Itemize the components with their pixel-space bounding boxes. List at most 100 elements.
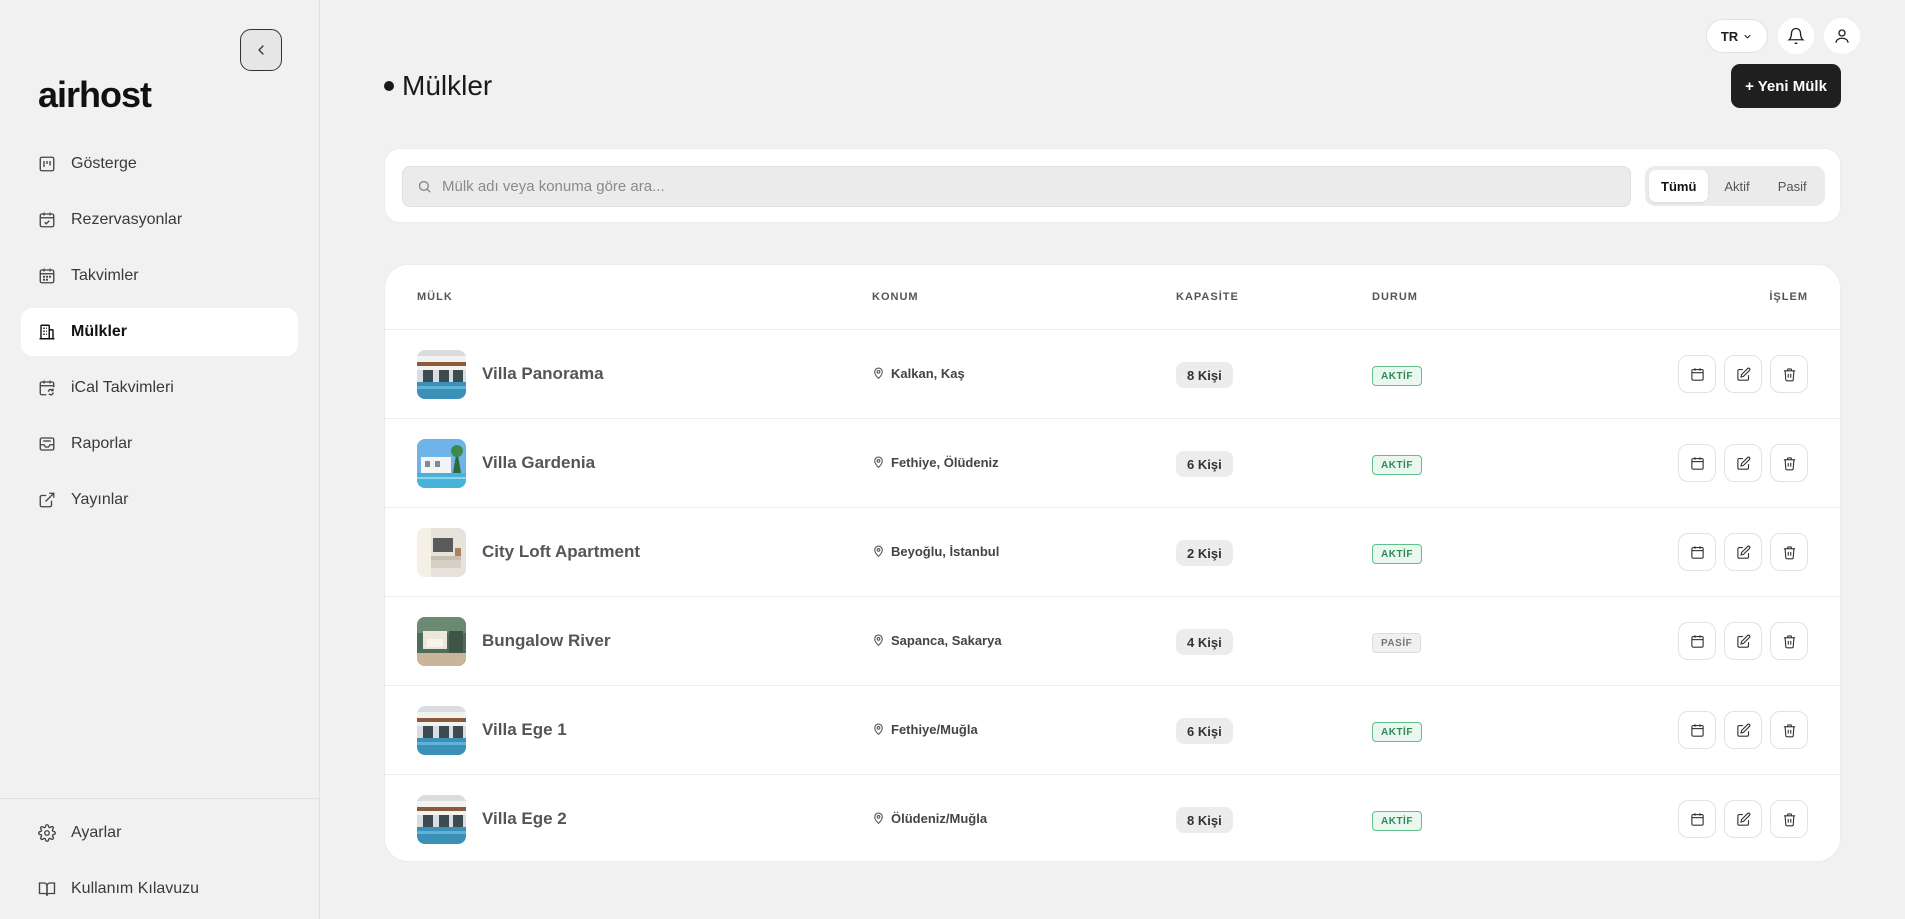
edit-icon [1736,812,1750,826]
location-text: Sapanca, Sakarya [891,633,1002,648]
sidebar-item-ical[interactable]: iCal Takvimleri [21,364,298,412]
sidebar-item-reservations[interactable]: Rezervasyonlar [21,196,298,244]
column-header-capacity: KAPASİTE [1176,291,1239,303]
sidebar-item-dashboard[interactable]: Gösterge [21,140,298,188]
location-text: Beyoğlu, İstanbul [891,544,1000,559]
status-badge: AKTİF [1372,544,1422,564]
sidebar-collapse-button[interactable] [240,29,282,71]
trash-icon [1783,367,1795,381]
filter-all[interactable]: Tümü [1649,170,1709,202]
calendar-icon [1690,723,1704,737]
search-icon [418,180,431,193]
page-title: Mülkler [384,70,492,102]
search-input[interactable] [442,178,1592,195]
edit-button[interactable] [1724,444,1762,482]
calendar-icon [1690,367,1704,381]
delete-button[interactable] [1770,622,1808,660]
row-actions [1678,355,1808,393]
language-selector[interactable]: TR [1706,19,1768,53]
edit-button[interactable] [1724,355,1762,393]
map-pin-icon [874,367,883,380]
property-location: Sapanca, Sakarya [872,633,1002,648]
filter-active[interactable]: Aktif [1712,170,1761,202]
delete-button[interactable] [1770,444,1808,482]
sidebar-item-calendars[interactable]: Takvimler [21,252,298,300]
building-icon [37,322,57,342]
trash-icon [1783,545,1795,559]
property-name[interactable]: Villa Ege 2 [482,809,567,829]
property-name[interactable]: Villa Panorama [482,364,604,384]
sidebar-item-properties[interactable]: Mülkler [21,308,298,356]
calendar-button[interactable] [1678,711,1716,749]
row-actions [1678,533,1808,571]
profile-button[interactable] [1824,18,1860,54]
delete-button[interactable] [1770,355,1808,393]
calendar-icon [1690,456,1704,470]
sidebar-item-guide[interactable]: Kullanım Kılavuzu [21,865,299,913]
delete-button[interactable] [1770,533,1808,571]
property-thumbnail [417,706,466,755]
table-row: Villa Ege 2 Ölüdeniz/Muğla 8 Kişi AKTİF [385,775,1840,861]
row-actions [1678,800,1808,838]
capacity-badge: 4 Kişi [1176,629,1233,655]
status-badge: AKTİF [1372,455,1422,475]
topbar: TR [1706,18,1860,54]
new-property-button[interactable]: + Yeni Mülk [1731,64,1841,108]
table-row: City Loft Apartment Beyoğlu, İstanbul 2 … [385,508,1840,597]
capacity-badge: 8 Kişi [1176,807,1233,833]
language-label: TR [1720,28,1739,44]
brand-logo[interactable]: airhost [38,74,152,116]
property-name[interactable]: Bungalow River [482,631,610,651]
search-card: Tümü Aktif Pasif [384,148,1841,223]
property-name[interactable]: City Loft Apartment [482,542,640,562]
sidebar-item-publications[interactable]: Yayınlar [21,476,298,524]
edit-button[interactable] [1724,711,1762,749]
chevron-left-icon [258,45,264,55]
calendar-icon [37,266,57,286]
calendar-icon [1690,634,1704,648]
table-row: Villa Panorama Kalkan, Kaş 8 Kişi AKTİF [385,330,1840,419]
book-icon [37,879,57,899]
edit-icon [1736,634,1750,648]
row-actions [1678,444,1808,482]
calendar-button[interactable] [1678,444,1716,482]
calendar-button[interactable] [1678,355,1716,393]
sidebar-item-label: Yayınlar [71,491,129,508]
map-pin-icon [874,456,883,469]
calendar-icon [1690,545,1704,559]
column-header-status: DURUM [1372,291,1418,303]
sidebar-nav: Gösterge Rezervasyonlar Takvimler Mülkle… [21,140,298,532]
edit-button[interactable] [1724,800,1762,838]
location-text: Fethiye/Muğla [891,722,978,737]
property-location: Fethiye, Ölüdeniz [872,455,999,470]
sidebar-item-settings[interactable]: Ayarlar [21,809,299,857]
edit-button[interactable] [1724,622,1762,660]
calendar-button[interactable] [1678,800,1716,838]
calendar-icon [1690,812,1704,826]
title-dot [384,81,394,91]
column-header-action: İŞLEM [1769,291,1808,303]
property-thumbnail [417,795,466,844]
location-text: Fethiye, Ölüdeniz [891,455,999,470]
external-link-icon [37,490,57,510]
edit-icon [1736,545,1750,559]
delete-button[interactable] [1770,800,1808,838]
calendar-button[interactable] [1678,622,1716,660]
calendar-button[interactable] [1678,533,1716,571]
edit-icon [1736,367,1750,381]
sidebar-item-label: Takvimler [71,267,139,284]
user-icon [1835,29,1849,43]
filter-passive[interactable]: Pasif [1766,170,1819,202]
property-name[interactable]: Villa Ege 1 [482,720,567,740]
property-thumbnail [417,528,466,577]
delete-button[interactable] [1770,711,1808,749]
sidebar-item-reports[interactable]: Raporlar [21,420,298,468]
map-pin-icon [874,634,883,647]
table-row: Villa Gardenia Fethiye, Ölüdeniz 6 Kişi … [385,419,1840,508]
property-name[interactable]: Villa Gardenia [482,453,595,473]
trash-icon [1783,634,1795,648]
property-location: Kalkan, Kaş [872,366,965,381]
notifications-button[interactable] [1778,18,1814,54]
map-pin-icon [874,812,883,825]
edit-button[interactable] [1724,533,1762,571]
